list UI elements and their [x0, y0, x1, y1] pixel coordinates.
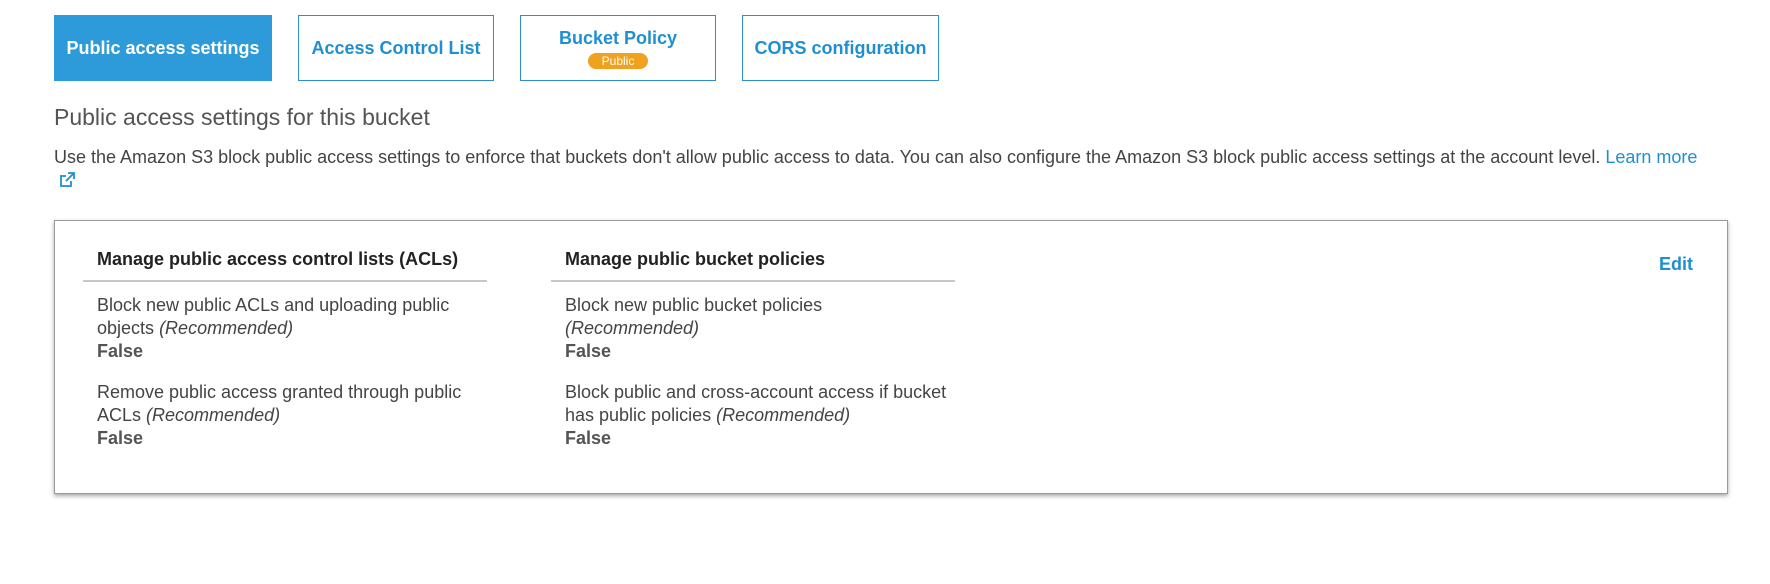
setting-label: Block public and cross-account access if…	[565, 381, 955, 427]
setting-value: False	[97, 341, 144, 361]
setting-label: Block new public bucket policies (Recomm…	[565, 294, 955, 340]
section-description: Use the Amazon S3 block public access se…	[54, 145, 1714, 193]
tab-label: Access Control List	[311, 37, 481, 58]
external-link-icon	[60, 172, 75, 187]
setting-label: Block new public ACLs and uploading publ…	[97, 294, 487, 340]
tab-bar: Public access settings Access Control Li…	[54, 15, 965, 81]
recommended-note: (Recommended)	[146, 405, 281, 425]
description-text: Use the Amazon S3 block public access se…	[54, 147, 1601, 167]
tab-access-control-list[interactable]: Access Control List	[298, 15, 494, 81]
public-access-settings-panel: Manage public access control lists (ACLs…	[54, 220, 1728, 494]
setting-value: False	[565, 428, 612, 448]
edit-button[interactable]: Edit	[1659, 254, 1693, 275]
learn-more-label: Learn more	[1605, 147, 1698, 167]
setting-value: False	[97, 428, 144, 448]
policy-settings-column: Manage public bucket policies Block new …	[551, 249, 955, 450]
setting-block-new-public-policies: Block new public bucket policies (Recomm…	[551, 294, 955, 363]
tab-label: Public access settings	[66, 37, 260, 58]
tab-cors-configuration[interactable]: CORS configuration	[742, 15, 939, 81]
setting-value: False	[565, 341, 612, 361]
acl-settings-column: Manage public access control lists (ACLs…	[83, 249, 487, 450]
setting-remove-public-access-acls: Remove public access granted through pub…	[83, 381, 487, 450]
recommended-note: (Recommended)	[159, 318, 294, 338]
policy-column-heading: Manage public bucket policies	[551, 249, 955, 282]
tab-label: CORS configuration	[754, 37, 927, 58]
public-badge: Public	[587, 52, 649, 69]
acl-column-heading: Manage public access control lists (ACLs…	[83, 249, 487, 282]
tab-label: Bucket Policy	[558, 27, 678, 48]
setting-block-new-public-acls: Block new public ACLs and uploading publ…	[83, 294, 487, 363]
page-title: Public access settings for this bucket	[54, 104, 430, 130]
setting-label: Remove public access granted through pub…	[97, 381, 487, 427]
setting-label-text: Block new public bucket policies	[565, 295, 823, 315]
tab-public-access-settings[interactable]: Public access settings	[54, 15, 272, 81]
recommended-note: (Recommended)	[716, 405, 851, 425]
recommended-note: (Recommended)	[565, 318, 700, 338]
setting-block-cross-account-access: Block public and cross-account access if…	[551, 381, 955, 450]
tab-bucket-policy[interactable]: Bucket Policy Public	[520, 15, 716, 81]
